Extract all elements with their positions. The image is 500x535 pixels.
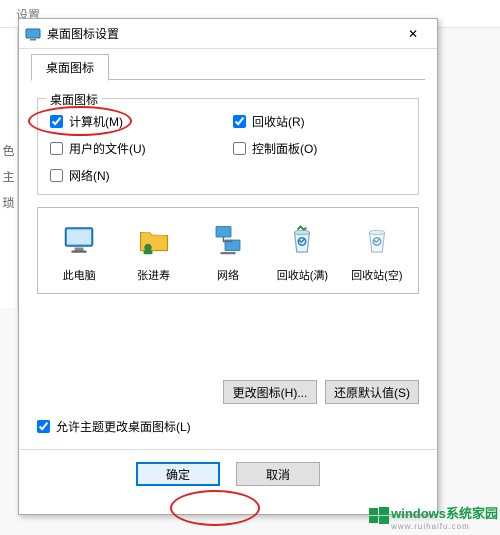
- checkbox-label: 控制面板(O): [252, 140, 317, 157]
- watermark-brand: windows系统家园: [391, 506, 498, 521]
- close-button[interactable]: ✕: [393, 20, 433, 48]
- watermark: windows系统家园 www.ruihaifu.com: [369, 503, 498, 531]
- ok-button[interactable]: 确定: [136, 462, 220, 486]
- checkbox-computer-input[interactable]: [50, 115, 63, 128]
- icon-user-folder[interactable]: 张进寿: [116, 218, 190, 287]
- checkbox-allow-themes-input[interactable]: [37, 420, 50, 433]
- windows-logo-icon: [369, 506, 389, 529]
- checkbox-label: 回收站(R): [252, 113, 305, 130]
- checkbox-recycle-bin[interactable]: 回收站(R): [233, 113, 406, 130]
- cancel-button[interactable]: 取消: [236, 462, 320, 486]
- network-icon: [210, 222, 246, 261]
- checkbox-label: 计算机(M): [69, 113, 123, 130]
- icon-recycle-full[interactable]: 回收站(满): [265, 218, 339, 287]
- desktop-icons-dialog: 桌面图标设置 ✕ 桌面图标 桌面图标 计算机(M) 回收站(R): [18, 18, 438, 515]
- checkbox-recycle-bin-input[interactable]: [233, 115, 246, 128]
- icon-label: 回收站(满): [277, 267, 328, 283]
- icon-label: 张进寿: [137, 267, 170, 283]
- checkbox-label: 用户的文件(U): [69, 140, 146, 157]
- checkbox-computer[interactable]: 计算机(M): [50, 113, 223, 130]
- dialog-icon: [25, 26, 41, 42]
- settings-sidebar: 色 主 琐: [0, 28, 18, 308]
- checkbox-network[interactable]: 网络(N): [50, 167, 223, 184]
- change-icon-button[interactable]: 更改图标(H)...: [223, 380, 317, 404]
- checkbox-allow-themes[interactable]: 允许主题更改桌面图标(L): [37, 418, 419, 435]
- checkbox-network-input[interactable]: [50, 169, 63, 182]
- recycle-bin-full-icon: [284, 222, 320, 261]
- groupbox-label: 桌面图标: [46, 91, 102, 108]
- checkbox-control-panel[interactable]: 控制面板(O): [233, 140, 406, 157]
- watermark-url: www.ruihaifu.com: [391, 522, 498, 531]
- dialog-titlebar: 桌面图标设置 ✕: [19, 19, 437, 49]
- icon-this-pc[interactable]: 此电脑: [42, 218, 116, 287]
- folder-user-icon: [136, 222, 172, 261]
- tab-desktop-icons[interactable]: 桌面图标: [31, 54, 109, 81]
- monitor-icon: [61, 222, 97, 261]
- icon-recycle-empty[interactable]: 回收站(空): [340, 218, 414, 287]
- checkbox-label: 允许主题更改桌面图标(L): [56, 418, 191, 435]
- close-icon: ✕: [408, 27, 418, 41]
- desktop-icons-group: 桌面图标 计算机(M) 回收站(R) 用户的文件(U) 控制面板(O): [37, 98, 419, 195]
- checkbox-label: 网络(N): [69, 167, 110, 184]
- icon-label: 回收站(空): [351, 267, 402, 283]
- icon-network[interactable]: 网络: [191, 218, 265, 287]
- recycle-bin-empty-icon: [359, 222, 395, 261]
- restore-default-button[interactable]: 还原默认值(S): [325, 380, 419, 404]
- checkbox-user-files-input[interactable]: [50, 142, 63, 155]
- icon-preview-panel: 此电脑 张进寿 网络 回收站(满): [37, 207, 419, 294]
- checkbox-control-panel-input[interactable]: [233, 142, 246, 155]
- icon-label: 此电脑: [63, 267, 96, 283]
- icon-label: 网络: [217, 267, 239, 283]
- dialog-tabstrip: 桌面图标: [19, 49, 437, 80]
- checkbox-user-files[interactable]: 用户的文件(U): [50, 140, 223, 157]
- dialog-title: 桌面图标设置: [47, 25, 393, 42]
